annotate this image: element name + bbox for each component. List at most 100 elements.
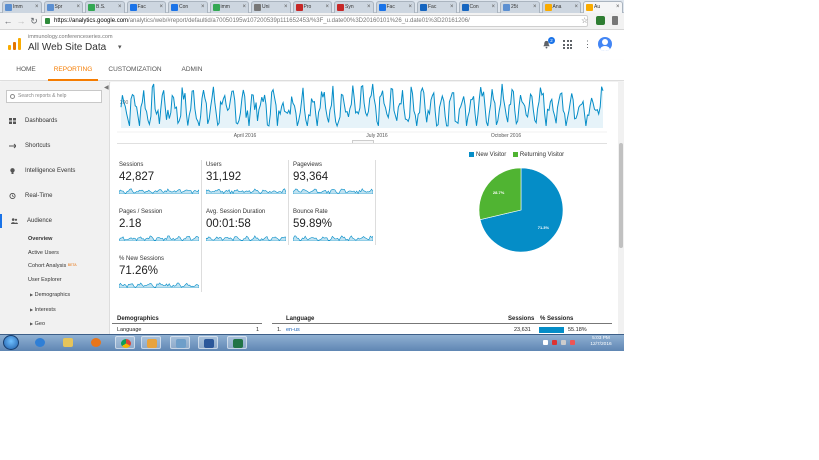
metric-avg-session-duration[interactable]: Avg. Session Duration 00:01:58 [206, 209, 288, 245]
browser-tab[interactable]: B.S. × [85, 1, 125, 13]
tab-reporting[interactable]: REPORTING [48, 60, 98, 81]
browser-menu-icon[interactable] [612, 16, 618, 25]
metric-bounce-rate[interactable]: Bounce Rate 59.89% [293, 209, 375, 245]
sidebar-sub-user-explorer[interactable]: User Explorer [28, 277, 62, 283]
page-scrollbar-thumb[interactable] [619, 143, 623, 248]
apps-grid-icon[interactable] [563, 40, 572, 49]
more-options-icon[interactable]: ⋮ [583, 39, 592, 50]
sidebar-item-realtime[interactable]: Real-Time [0, 189, 109, 203]
browser-tab[interactable]: Fac × [417, 1, 457, 13]
tray-flag-icon[interactable] [552, 340, 557, 345]
sidebar-item-label: Dashboards [25, 118, 58, 124]
expand-triangle-icon: ▶ [30, 292, 34, 297]
tray-network-icon[interactable] [561, 340, 566, 345]
metric-new-sessions[interactable]: % New Sessions 71.26% [119, 256, 201, 292]
taskbar-app[interactable] [170, 336, 190, 349]
browser-tab[interactable]: Ana × [541, 1, 581, 13]
sidebar-item-dashboards[interactable]: Dashboards [0, 114, 109, 128]
tab-close-icon[interactable]: × [491, 2, 495, 13]
tab-favicon-icon [544, 4, 552, 11]
interests-label: Interests [34, 307, 56, 313]
cohort-label: Cohort Analysis [28, 263, 67, 269]
account-name[interactable]: immunology.conferenceseries.com [28, 34, 113, 40]
bookmark-star-icon[interactable]: ☆ [581, 16, 588, 25]
sidebar-item-label: Audience [27, 218, 53, 224]
word-icon [204, 339, 214, 348]
tab-close-icon[interactable]: × [76, 2, 80, 13]
tab-customization[interactable]: CUSTOMIZATION [102, 60, 168, 81]
sessions-line-chart[interactable]: 200 April 2016 July 2016 October 2016 [117, 82, 607, 142]
visitor-type-pie-chart[interactable]: 71.3% 28.7% [478, 167, 564, 253]
tab-close-icon[interactable]: × [159, 2, 163, 13]
taskbar-excel[interactable] [227, 336, 247, 349]
extension-icon[interactable] [596, 16, 605, 25]
browser-tab[interactable]: Imm × [2, 1, 42, 13]
metric-sessions[interactable]: Sessions 42,827 [119, 162, 201, 198]
view-dropdown-icon[interactable]: ▾ [118, 43, 122, 51]
tab-label: imm [220, 4, 230, 10]
start-button[interactable] [3, 335, 19, 350]
tab-close-icon[interactable]: × [325, 2, 329, 13]
collapse-sidebar-icon[interactable]: ◀ [104, 84, 109, 91]
back-icon[interactable]: ← [3, 16, 13, 26]
tab-close-icon[interactable]: × [616, 2, 620, 13]
table-row-language-link[interactable]: en-us [286, 327, 300, 333]
tab-close-icon[interactable]: × [118, 2, 122, 13]
sidebar-sub-geo[interactable]: ▶ Geo [30, 321, 45, 327]
sidebar-item-audience[interactable]: Audience [0, 214, 109, 228]
address-bar[interactable]: https://analytics.google.com/analytics/w… [41, 15, 588, 27]
metric-value: 71.26% [119, 265, 159, 277]
tab-close-icon[interactable]: × [533, 2, 537, 13]
browser-tab[interactable]: 25t × [500, 1, 540, 13]
taskbar-media[interactable] [86, 336, 106, 349]
analytics-logo-icon[interactable] [8, 38, 21, 50]
user-avatar[interactable] [598, 37, 612, 51]
tab-admin[interactable]: ADMIN [172, 60, 212, 81]
tab-close-icon[interactable]: × [284, 2, 288, 13]
tab-home[interactable]: HOME [8, 60, 44, 81]
browser-tab[interactable]: Uni × [251, 1, 291, 13]
browser-tab[interactable]: Spr × [43, 1, 83, 13]
tray-chevron-icon[interactable] [543, 340, 548, 345]
taskbar-outlook[interactable] [141, 336, 161, 349]
browser-tab[interactable]: Con × [168, 1, 208, 13]
forward-icon[interactable]: → [16, 16, 26, 26]
reload-icon[interactable]: ↻ [29, 16, 39, 26]
sidebar-sub-demographics[interactable]: ▶ Demographics [30, 292, 70, 298]
browser-tab[interactable]: Fac × [375, 1, 415, 13]
taskbar-chrome[interactable] [115, 336, 135, 349]
tray-app-icon[interactable] [570, 340, 575, 345]
tab-close-icon[interactable]: × [367, 2, 371, 13]
pie-label-new: 71.3% [538, 225, 550, 230]
metric-users[interactable]: Users 31,192 [206, 162, 288, 198]
browser-tab[interactable]: Con × [458, 1, 498, 13]
metric-pageviews[interactable]: Pageviews 93,364 [293, 162, 375, 198]
sidebar-sub-active-users[interactable]: Active Users [28, 250, 59, 256]
tab-close-icon[interactable]: × [408, 2, 412, 13]
sidebar-sub-interests[interactable]: ▶ Interests [30, 307, 56, 313]
taskbar-ie[interactable] [30, 336, 50, 349]
tab-favicon-icon [88, 4, 95, 11]
tab-close-icon[interactable]: × [450, 2, 454, 13]
tab-close-icon[interactable]: × [242, 2, 246, 13]
taskbar-explorer[interactable] [58, 336, 78, 349]
sidebar-item-shortcuts[interactable]: Shortcuts [0, 139, 109, 153]
browser-tab[interactable]: imm × [209, 1, 249, 13]
demographics-row-language[interactable]: Language [117, 327, 141, 333]
browser-tab[interactable]: Pro × [292, 1, 332, 13]
search-reports-input[interactable]: Search reports & help [6, 90, 102, 103]
browser-tab[interactable]: Syn × [334, 1, 374, 13]
browser-tab[interactable]: Fac × [126, 1, 166, 13]
sidebar-sub-cohort-analysis[interactable]: Cohort Analysis BETA [28, 263, 77, 269]
sidebar-sub-overview[interactable]: Overview [28, 236, 52, 242]
taskbar-word[interactable] [198, 336, 218, 349]
tab-close-icon[interactable]: × [574, 2, 578, 13]
view-selector[interactable]: All Web Site Data [28, 42, 106, 53]
tab-close-icon[interactable]: × [35, 2, 39, 13]
search-icon [10, 94, 15, 99]
tab-close-icon[interactable]: × [201, 2, 205, 13]
sidebar-item-intelligence-events[interactable]: Intelligence Events [0, 164, 109, 178]
metric-pages-per-session[interactable]: Pages / Session 2.18 [119, 209, 201, 245]
browser-tab[interactable]: Au × [583, 1, 623, 13]
system-clock[interactable]: 5:03 PM 12/7/2016 [584, 336, 618, 348]
